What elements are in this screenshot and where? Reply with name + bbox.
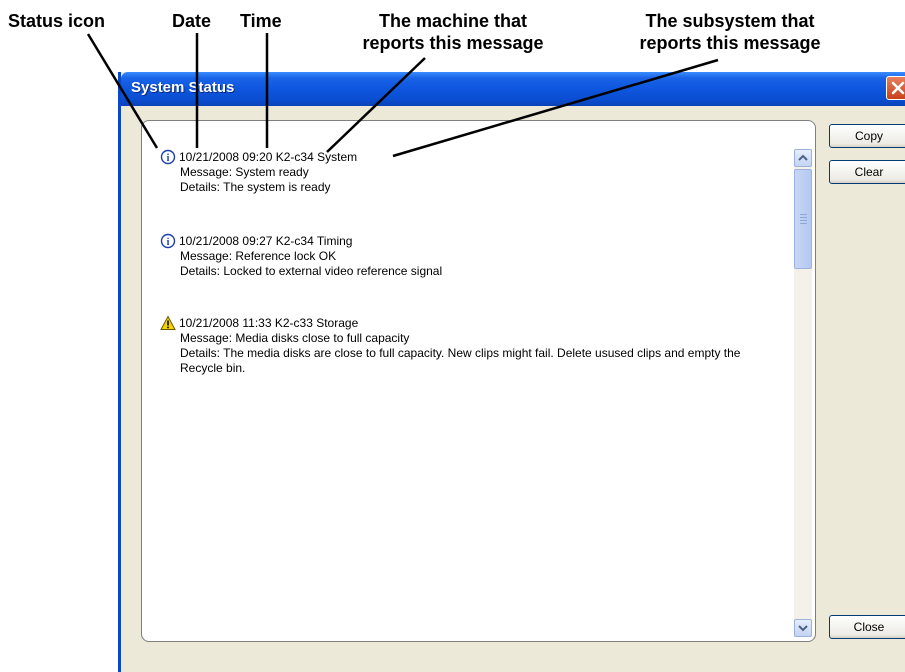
- svg-text:i: i: [167, 153, 170, 164]
- chevron-up-icon: [798, 154, 808, 161]
- log-entry-details: Details: The system is ready: [180, 180, 331, 194]
- info-icon: i: [160, 149, 176, 165]
- scroll-down-button[interactable]: [794, 619, 812, 637]
- info-icon: i: [160, 233, 176, 249]
- callout-subsystem: The subsystem that reports this message: [600, 10, 860, 54]
- status-log-panel[interactable]: i 10/21/2008 09:20 K2-c34 System Message…: [141, 120, 816, 642]
- vertical-scrollbar[interactable]: [794, 149, 812, 637]
- log-entry-message: Message: Media disks close to full capac…: [180, 331, 410, 345]
- svg-text:i: i: [167, 237, 170, 248]
- close-button[interactable]: Close: [829, 615, 905, 639]
- chevron-down-icon: [798, 625, 808, 632]
- log-entry-header-row: 10/21/2008 11:33 K2-c33 Storage: [160, 315, 800, 331]
- system-status-window: System Status i 10/21/2008 09:20 K2-c34 …: [118, 72, 905, 672]
- log-entry-message: Message: System ready: [180, 165, 309, 179]
- log-entry-header-row: i 10/21/2008 09:20 K2-c34 System: [160, 149, 800, 165]
- clear-button[interactable]: Clear: [829, 160, 905, 184]
- log-entry-header: 10/21/2008 09:27 K2-c34 Timing: [179, 233, 353, 248]
- log-entry: i 10/21/2008 09:27 K2-c34 Timing Message…: [160, 233, 800, 279]
- warning-icon: [160, 315, 176, 330]
- window-close-icon[interactable]: [886, 76, 905, 100]
- callout-machine-line1: The machine that: [378, 11, 528, 31]
- scroll-thumb[interactable]: [794, 169, 812, 269]
- callout-subsystem-line2: reports this message: [639, 33, 821, 53]
- callout-machine-line2: reports this message: [362, 33, 544, 53]
- callout-time: Time: [240, 11, 282, 31]
- log-entry-header: 10/21/2008 11:33 K2-c33 Storage: [179, 315, 359, 330]
- log-entry: 10/21/2008 11:33 K2-c33 Storage Message:…: [160, 315, 800, 376]
- window-title: System Status: [131, 79, 235, 96]
- callout-subsystem-line1: The subsystem that: [645, 11, 815, 31]
- callout-status-icon: Status icon: [8, 11, 106, 31]
- title-bar[interactable]: System Status: [121, 72, 905, 106]
- log-entry-header-row: i 10/21/2008 09:27 K2-c34 Timing: [160, 233, 800, 249]
- log-entry-details: Details: Locked to external video refere…: [180, 264, 443, 278]
- callout-date: Date: [172, 11, 212, 31]
- log-entry-header: 10/21/2008 09:20 K2-c34 System: [179, 149, 358, 164]
- scroll-up-button[interactable]: [794, 149, 812, 167]
- callout-machine: The machine that reports this message: [318, 10, 588, 54]
- log-entry: i 10/21/2008 09:20 K2-c34 System Message…: [160, 149, 800, 195]
- log-entry-details: Details: The media disks are close to fu…: [180, 346, 741, 375]
- log-entry-message: Message: Reference lock OK: [180, 249, 337, 263]
- copy-button[interactable]: Copy: [829, 124, 905, 148]
